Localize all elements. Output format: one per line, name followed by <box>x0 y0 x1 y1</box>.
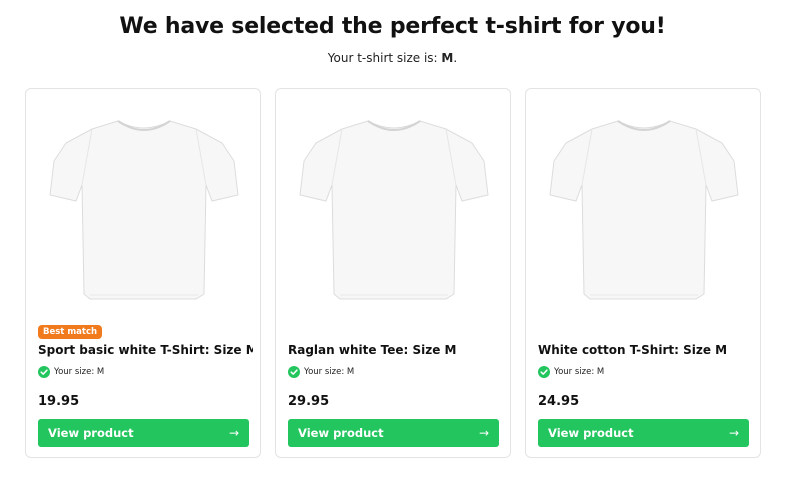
arrow-right-icon: → <box>728 426 739 440</box>
size-label: Your size: M <box>54 366 105 377</box>
white-tshirt-image <box>299 120 489 300</box>
size-label: Your size: M <box>304 366 355 377</box>
size-summary: Your t-shirt size is: M. <box>0 51 785 65</box>
view-product-button[interactable]: View product → <box>288 419 499 447</box>
tshirt-shape <box>299 120 489 300</box>
tshirt-shape <box>549 120 739 300</box>
product-card: Raglan white Tee: Size M Your size: M 29… <box>275 88 511 458</box>
product-price: 19.95 <box>38 394 80 409</box>
size-summary-prefix: Your t-shirt size is: <box>327 51 442 65</box>
size-match-indicator: Your size: M <box>288 365 354 378</box>
view-product-button[interactable]: View product → <box>538 419 749 447</box>
tshirt-shape <box>49 120 239 300</box>
page-title: We have selected the perfect t-shirt for… <box>119 14 666 39</box>
product-card: Best match Sport basic white T-Shirt: Si… <box>25 88 261 458</box>
product-card: White cotton T-Shirt: Size M Your size: … <box>525 88 761 458</box>
check-circle-icon <box>38 365 50 378</box>
product-price: 24.95 <box>538 394 580 409</box>
product-title: Raglan white Tee: Size M <box>288 343 457 357</box>
arrow-right-icon: → <box>228 426 239 440</box>
size-value: M <box>441 51 454 65</box>
white-tshirt-image <box>549 120 739 300</box>
product-title: White cotton T-Shirt: Size M <box>538 343 728 357</box>
product-recommendation-page: We have selected the perfect t-shirt for… <box>0 0 785 479</box>
white-tshirt-image <box>49 120 239 300</box>
best-match-badge: Best match <box>38 325 103 339</box>
product-list: Best match Sport basic white T-Shirt: Si… <box>25 88 763 460</box>
size-match-indicator: Your size: M <box>538 365 604 378</box>
product-title: Sport basic white T-Shirt: Size M <box>38 343 253 357</box>
arrow-right-icon: → <box>478 426 489 440</box>
view-product-button[interactable]: View product → <box>38 419 249 447</box>
size-match-indicator: Your size: M <box>38 365 104 378</box>
size-summary-suffix: . <box>453 51 458 65</box>
view-product-label: View product <box>298 426 384 440</box>
check-circle-icon <box>538 365 550 378</box>
view-product-label: View product <box>548 426 634 440</box>
size-label: Your size: M <box>554 366 605 377</box>
check-circle-icon <box>288 365 300 378</box>
product-price: 29.95 <box>288 394 330 409</box>
view-product-label: View product <box>48 426 134 440</box>
